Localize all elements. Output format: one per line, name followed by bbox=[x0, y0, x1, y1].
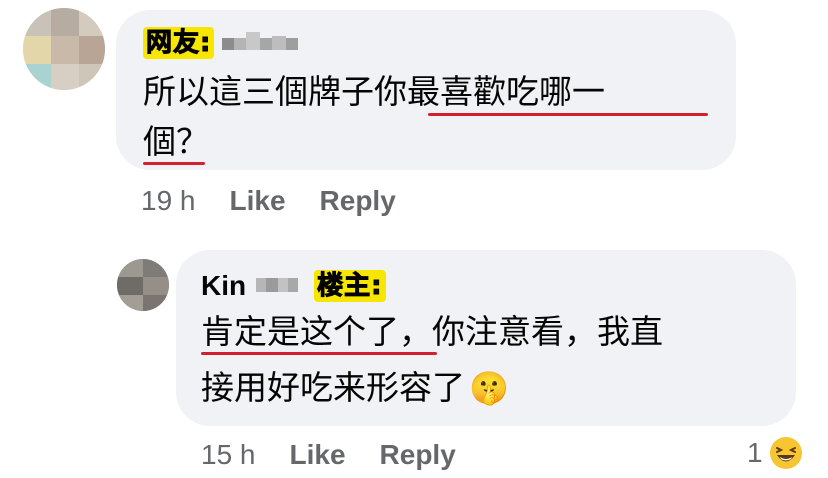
redacted-name bbox=[222, 32, 299, 54]
reply-button[interactable]: Reply bbox=[320, 185, 396, 217]
reply-author-row: Kin 楼主: bbox=[201, 266, 386, 306]
reply-meta: 15 h Like Reply bbox=[201, 439, 456, 471]
comment-text-line-1: 所以這三個牌子你最喜歡吃哪一 bbox=[143, 72, 605, 111]
commenter-tag: 网友: bbox=[143, 27, 215, 59]
comment-text-line-2: 個？ bbox=[143, 122, 209, 161]
reply-timestamp[interactable]: 15 h bbox=[201, 439, 256, 471]
redacted-name bbox=[256, 277, 299, 296]
commenter-name-row: 网友: bbox=[143, 26, 299, 60]
reply-text-line-1: 肯定是这个了，你注意看，我直 bbox=[201, 312, 663, 351]
reply-text-line-2-row: 接用好吃来形容了 🤫 bbox=[201, 362, 509, 414]
reply-author-name[interactable]: Kin bbox=[201, 270, 246, 302]
reply-underline-1 bbox=[201, 352, 437, 355]
comment-meta: 19 h Like Reply bbox=[141, 185, 396, 217]
comment-underline-1 bbox=[428, 113, 708, 116]
like-button[interactable]: Like bbox=[290, 439, 346, 471]
reaction-count: 1 bbox=[747, 437, 763, 468]
like-button[interactable]: Like bbox=[230, 185, 286, 217]
commenter-avatar[interactable] bbox=[23, 8, 105, 90]
comment-underline-2 bbox=[143, 162, 205, 165]
reply-author-tag: 楼主: bbox=[314, 270, 386, 302]
reply-author-avatar[interactable] bbox=[117, 259, 169, 311]
reply-button[interactable]: Reply bbox=[380, 439, 456, 471]
laughing-emoji-icon bbox=[769, 436, 803, 470]
reaction-summary[interactable]: 1 bbox=[747, 436, 803, 470]
shushing-face-emoji: 🤫 bbox=[469, 369, 509, 407]
reply-text-line-2: 接用好吃来形容了 bbox=[201, 368, 465, 407]
comment-timestamp[interactable]: 19 h bbox=[141, 185, 196, 217]
